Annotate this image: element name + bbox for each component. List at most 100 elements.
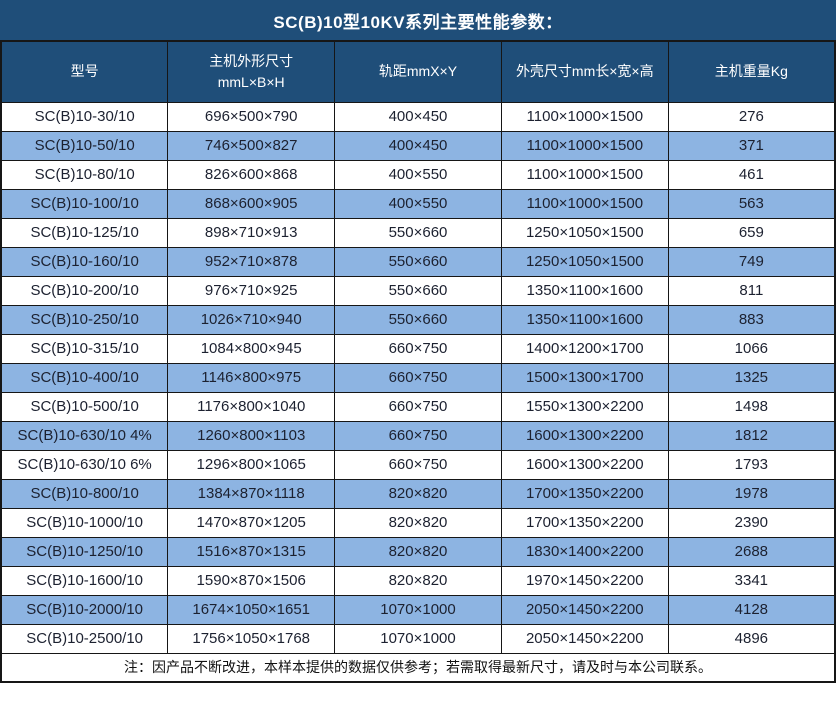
table-cell: SC(B)10-50/10 — [1, 131, 168, 160]
column-header-label: 型号 — [71, 63, 99, 79]
table-cell: 1296×800×1065 — [168, 450, 335, 479]
table-cell: 1793 — [668, 450, 835, 479]
table-cell: 1498 — [668, 392, 835, 421]
table-cell: 1978 — [668, 479, 835, 508]
table-cell: 1026×710×940 — [168, 305, 335, 334]
table-cell: 1600×1300×2200 — [501, 421, 668, 450]
table-cell: 1674×1050×1651 — [168, 595, 335, 624]
table-row: SC(B)10-630/10 4%1260×800×1103660×750160… — [1, 421, 835, 450]
table-row: SC(B)10-500/101176×800×1040660×7501550×1… — [1, 392, 835, 421]
table-cell: 461 — [668, 160, 835, 189]
table-cell: 1084×800×945 — [168, 334, 335, 363]
table-cell: 2050×1450×2200 — [501, 624, 668, 653]
table-cell: 1590×870×1506 — [168, 566, 335, 595]
table-cell: 400×450 — [335, 131, 502, 160]
column-header-weight: 主机重量Kg — [668, 41, 835, 102]
header-row: 型号 主机外形尺寸 mmL×B×H 轨距mmX×Y 外壳尺寸mm长×宽×高 主机… — [1, 41, 835, 102]
table-cell: 1100×1000×1500 — [501, 102, 668, 131]
table-cell: SC(B)10-100/10 — [1, 189, 168, 218]
table-cell: 1400×1200×1700 — [501, 334, 668, 363]
table-cell: 952×710×878 — [168, 247, 335, 276]
table-cell: 660×750 — [335, 334, 502, 363]
table-row: SC(B)10-1250/101516×870×1315820×8201830×… — [1, 537, 835, 566]
footnote-text: 注：因产品不断改进，本样本提供的数据仅供参考；若需取得最新尺寸，请及时与本公司联… — [1, 653, 835, 682]
table-cell: 746×500×827 — [168, 131, 335, 160]
table-cell: 820×820 — [335, 508, 502, 537]
table-cell: 550×660 — [335, 305, 502, 334]
table-cell: SC(B)10-400/10 — [1, 363, 168, 392]
table-cell: SC(B)10-2000/10 — [1, 595, 168, 624]
table-cell: 4896 — [668, 624, 835, 653]
table-cell: 811 — [668, 276, 835, 305]
table-cell: 2390 — [668, 508, 835, 537]
table-cell: 1070×1000 — [335, 595, 502, 624]
table-cell: SC(B)10-200/10 — [1, 276, 168, 305]
table-cell: 1350×1100×1600 — [501, 276, 668, 305]
table-cell: 659 — [668, 218, 835, 247]
table-row: SC(B)10-80/10826×600×868400×5501100×1000… — [1, 160, 835, 189]
table-cell: 898×710×913 — [168, 218, 335, 247]
table-cell: 660×750 — [335, 363, 502, 392]
table-cell: 4128 — [668, 595, 835, 624]
column-header-subline: mmL×B×H — [170, 72, 332, 93]
table-body: SC(B)10-30/10696×500×790400×4501100×1000… — [1, 102, 835, 653]
table-cell: 883 — [668, 305, 835, 334]
table-cell: 550×660 — [335, 276, 502, 305]
table-cell: SC(B)10-1000/10 — [1, 508, 168, 537]
table-cell: 749 — [668, 247, 835, 276]
table-cell: 826×600×868 — [168, 160, 335, 189]
table-row: SC(B)10-400/101146×800×975660×7501500×13… — [1, 363, 835, 392]
spec-table: 型号 主机外形尺寸 mmL×B×H 轨距mmX×Y 外壳尺寸mm长×宽×高 主机… — [0, 40, 836, 683]
table-cell: 1070×1000 — [335, 624, 502, 653]
column-header-label: 轨距mmX×Y — [379, 63, 457, 79]
table-cell: SC(B)10-630/10 4% — [1, 421, 168, 450]
table-cell: 1470×870×1205 — [168, 508, 335, 537]
table-cell: 2050×1450×2200 — [501, 595, 668, 624]
column-header-rail-gauge: 轨距mmX×Y — [335, 41, 502, 102]
table-cell: 1812 — [668, 421, 835, 450]
table-cell: SC(B)10-2500/10 — [1, 624, 168, 653]
table-row: SC(B)10-2000/101674×1050×16511070×100020… — [1, 595, 835, 624]
table-cell: 696×500×790 — [168, 102, 335, 131]
table-cell: 868×600×905 — [168, 189, 335, 218]
table-cell: 550×660 — [335, 247, 502, 276]
table-cell: 1325 — [668, 363, 835, 392]
table-cell: SC(B)10-80/10 — [1, 160, 168, 189]
table-cell: 820×820 — [335, 566, 502, 595]
table-header: 型号 主机外形尺寸 mmL×B×H 轨距mmX×Y 外壳尺寸mm长×宽×高 主机… — [1, 41, 835, 102]
table-cell: 400×550 — [335, 189, 502, 218]
column-header-label: 主机重量Kg — [715, 63, 788, 79]
table-row: SC(B)10-30/10696×500×790400×4501100×1000… — [1, 102, 835, 131]
table-row: SC(B)10-315/101084×800×945660×7501400×12… — [1, 334, 835, 363]
table-cell: 550×660 — [335, 218, 502, 247]
table-cell: SC(B)10-800/10 — [1, 479, 168, 508]
table-cell: 660×750 — [335, 421, 502, 450]
table-cell: 976×710×925 — [168, 276, 335, 305]
table-cell: 1100×1000×1500 — [501, 160, 668, 189]
table-cell: 1500×1300×1700 — [501, 363, 668, 392]
table-cell: 660×750 — [335, 392, 502, 421]
table-cell: SC(B)10-1600/10 — [1, 566, 168, 595]
table-cell: SC(B)10-500/10 — [1, 392, 168, 421]
table-row: SC(B)10-200/10976×710×925550×6601350×110… — [1, 276, 835, 305]
table-cell: 660×750 — [335, 450, 502, 479]
table-row: SC(B)10-1000/101470×870×1205820×8201700×… — [1, 508, 835, 537]
table-row: SC(B)10-100/10868×600×905400×5501100×100… — [1, 189, 835, 218]
table-cell: 1100×1000×1500 — [501, 131, 668, 160]
table-cell: 1700×1350×2200 — [501, 479, 668, 508]
page-title: SC(B)10型10KV系列主要性能参数： — [273, 8, 562, 33]
table-cell: 1260×800×1103 — [168, 421, 335, 450]
table-cell: 1100×1000×1500 — [501, 189, 668, 218]
table-cell: 400×450 — [335, 102, 502, 131]
table-row: SC(B)10-160/10952×710×878550×6601250×105… — [1, 247, 835, 276]
table-cell: SC(B)10-160/10 — [1, 247, 168, 276]
table-cell: 1700×1350×2200 — [501, 508, 668, 537]
table-row: SC(B)10-800/101384×870×1118820×8201700×1… — [1, 479, 835, 508]
table-cell: 3341 — [668, 566, 835, 595]
table-cell: SC(B)10-315/10 — [1, 334, 168, 363]
table-cell: SC(B)10-1250/10 — [1, 537, 168, 566]
table-cell: 1830×1400×2200 — [501, 537, 668, 566]
table-row: SC(B)10-50/10746×500×827400×4501100×1000… — [1, 131, 835, 160]
table-cell: 1516×870×1315 — [168, 537, 335, 566]
table-cell: 1600×1300×2200 — [501, 450, 668, 479]
